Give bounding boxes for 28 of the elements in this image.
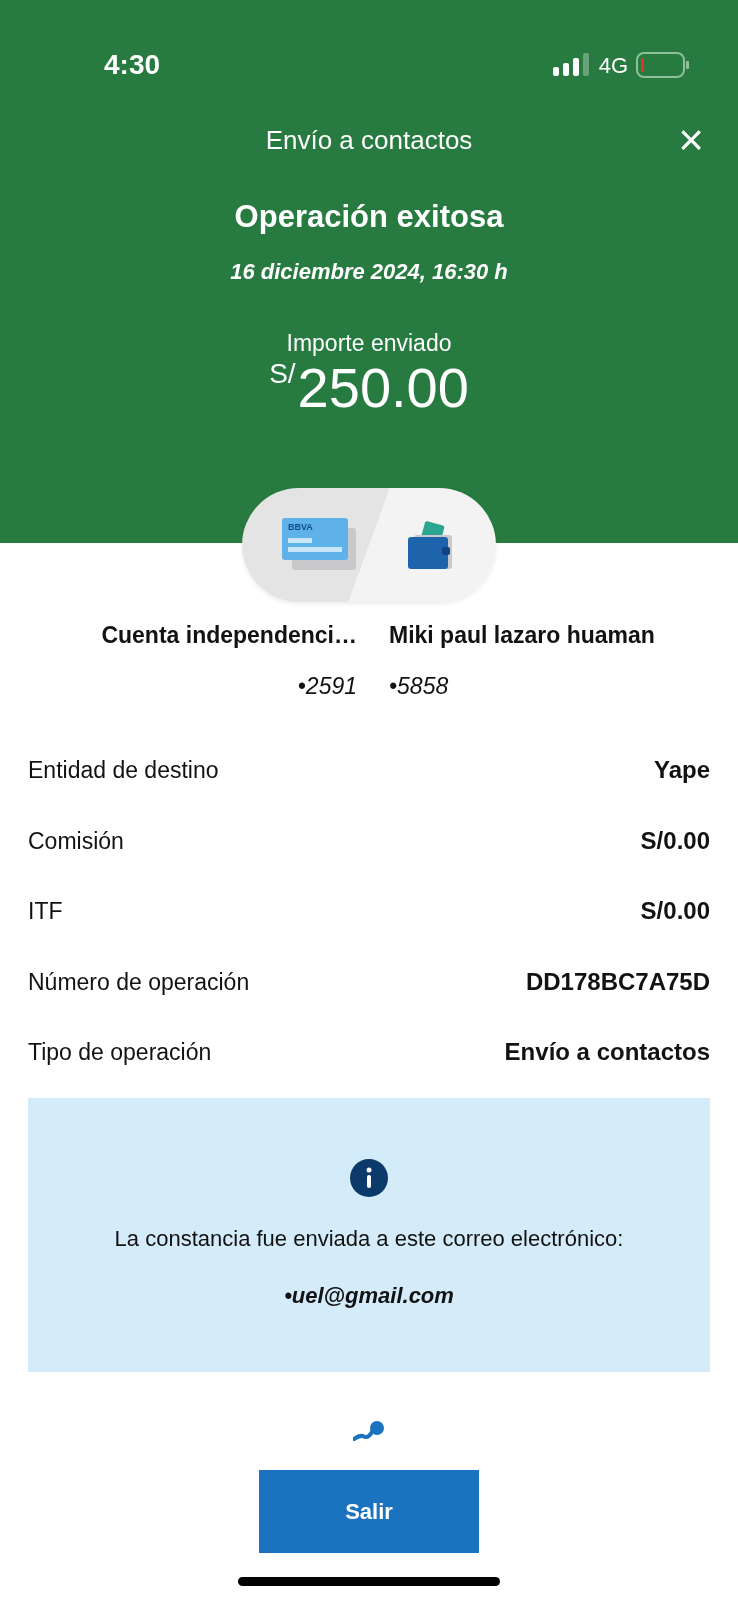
battery-icon (636, 52, 690, 78)
detail-value: Yape (653, 755, 710, 786)
close-button[interactable]: × (674, 118, 708, 162)
signal-icon (552, 53, 591, 77)
detail-label: ITF (28, 897, 63, 926)
loading-icon (353, 1419, 385, 1442)
detail-label: Comisión (28, 826, 124, 856)
detail-label: Entidad de destino (28, 756, 219, 785)
detail-label: Tipo de operación (28, 1038, 212, 1067)
detail-label: Número de operación (28, 967, 250, 997)
detail-value: S/0.00 (640, 825, 710, 856)
notice-text: La constancia fue enviada a este correo electrónico: (114, 1224, 624, 1253)
recipient-name: Miki paul lazaro huaman (389, 621, 655, 650)
info-icon (349, 1157, 389, 1198)
notice-email: •uel@gmail.com (284, 1281, 454, 1310)
detail-value: S/0.00 (640, 896, 710, 927)
operation-date: 16 diciembre 2024, 16:30 h (229, 257, 509, 286)
network-label: 4G (598, 51, 628, 80)
success-title: Operación exitosa (233, 198, 505, 236)
account-number: •5858 (389, 671, 449, 701)
exit-button[interactable]: Salir (259, 1469, 479, 1553)
screen-title: Envío a contactos (265, 123, 473, 157)
amount-label: Importe enviado (285, 328, 453, 358)
account-name: Cuenta independenci… (101, 621, 357, 650)
detail-value: DD178BC7A75D (525, 966, 710, 997)
account-number: •2591 (297, 671, 357, 701)
detail-value: Envío a contactos (504, 1037, 710, 1068)
status-time: 4:30 (104, 48, 161, 82)
